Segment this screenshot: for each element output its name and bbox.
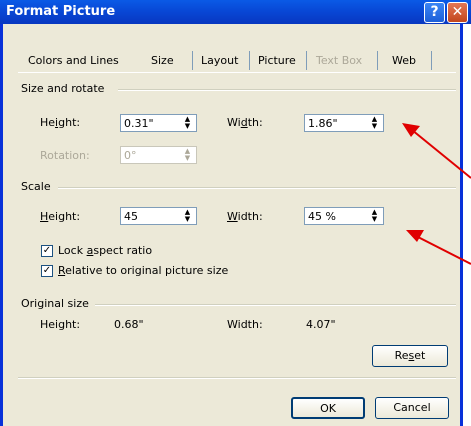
tab-separator [306, 51, 307, 70]
tab-text-box: Text Box [316, 54, 363, 67]
scale-heading: Scale [21, 180, 51, 193]
section-divider [58, 187, 456, 189]
scale-width-value[interactable]: 45 % [308, 210, 336, 223]
height-value[interactable]: 0.31" [124, 117, 154, 130]
original-width-value: 4.07" [306, 318, 336, 331]
lock-aspect-ratio-label[interactable]: Lock aspect ratio [58, 244, 152, 257]
tab-separator [249, 51, 250, 70]
size-and-rotate-heading: Size and rotate [21, 82, 105, 95]
lock-aspect-ratio-checkbox[interactable]: ✓ [41, 245, 53, 257]
scale-width-spinner[interactable]: ▲ ▼ [367, 209, 382, 223]
cancel-button[interactable]: Cancel [375, 397, 449, 419]
relative-original-size-label[interactable]: Relative to original picture size [58, 264, 228, 277]
tab-layout[interactable]: Layout [195, 50, 244, 72]
width-field[interactable]: 1.86" ▲ ▼ [304, 114, 384, 132]
tab-size[interactable]: Size [145, 50, 180, 72]
tab-separator [431, 51, 432, 70]
tab-picture[interactable]: Picture [252, 50, 302, 72]
help-button[interactable]: ? [424, 2, 445, 23]
width-label: Width: [227, 116, 263, 129]
dialog-title: Format Picture [6, 4, 116, 19]
tab-separator [377, 51, 378, 70]
height-label: Height: [40, 116, 81, 129]
section-divider [118, 89, 456, 91]
section-divider [95, 304, 456, 306]
annotation-arrow [406, 230, 471, 265]
tab-separator [192, 51, 193, 70]
scale-height-value[interactable]: 45 [124, 210, 138, 223]
tab-colors-and-lines[interactable]: Colors and Lines [22, 50, 125, 72]
dialog-divider [18, 377, 456, 379]
scale-width-field[interactable]: 45 % ▲ ▼ [304, 207, 384, 225]
ok-button[interactable]: OK [291, 397, 365, 419]
original-width-label: Width: [227, 318, 263, 331]
rotation-value: 0° [124, 149, 137, 162]
width-value[interactable]: 1.86" [308, 117, 338, 130]
annotation-arrow [402, 123, 471, 179]
scale-height-field[interactable]: 45 ▲ ▼ [120, 207, 197, 225]
scale-height-spinner[interactable]: ▲ ▼ [180, 209, 195, 223]
rotation-spinner: ▲ ▼ [184, 147, 191, 162]
tab-web[interactable]: Web [386, 50, 422, 72]
height-spinner[interactable]: ▲ ▼ [180, 116, 195, 130]
relative-original-size-checkbox[interactable]: ✓ [41, 265, 53, 277]
title-bar[interactable]: Format Picture ? ✕ [0, 0, 471, 24]
scale-height-label: Height: [40, 210, 81, 223]
tab-strip-border [18, 72, 456, 73]
original-height-label: Height: [40, 318, 81, 331]
width-spinner[interactable]: ▲ ▼ [367, 116, 382, 130]
rotation-label: Rotation: [40, 149, 90, 162]
close-button[interactable]: ✕ [447, 2, 468, 23]
height-field[interactable]: 0.31" ▲ ▼ [120, 114, 197, 132]
original-size-heading: Original size [21, 297, 89, 310]
reset-button[interactable]: Reset [372, 345, 448, 367]
scale-width-label: Width: [227, 210, 263, 223]
rotation-field: 0° ▲ ▼ [120, 146, 197, 164]
original-height-value: 0.68" [114, 318, 144, 331]
